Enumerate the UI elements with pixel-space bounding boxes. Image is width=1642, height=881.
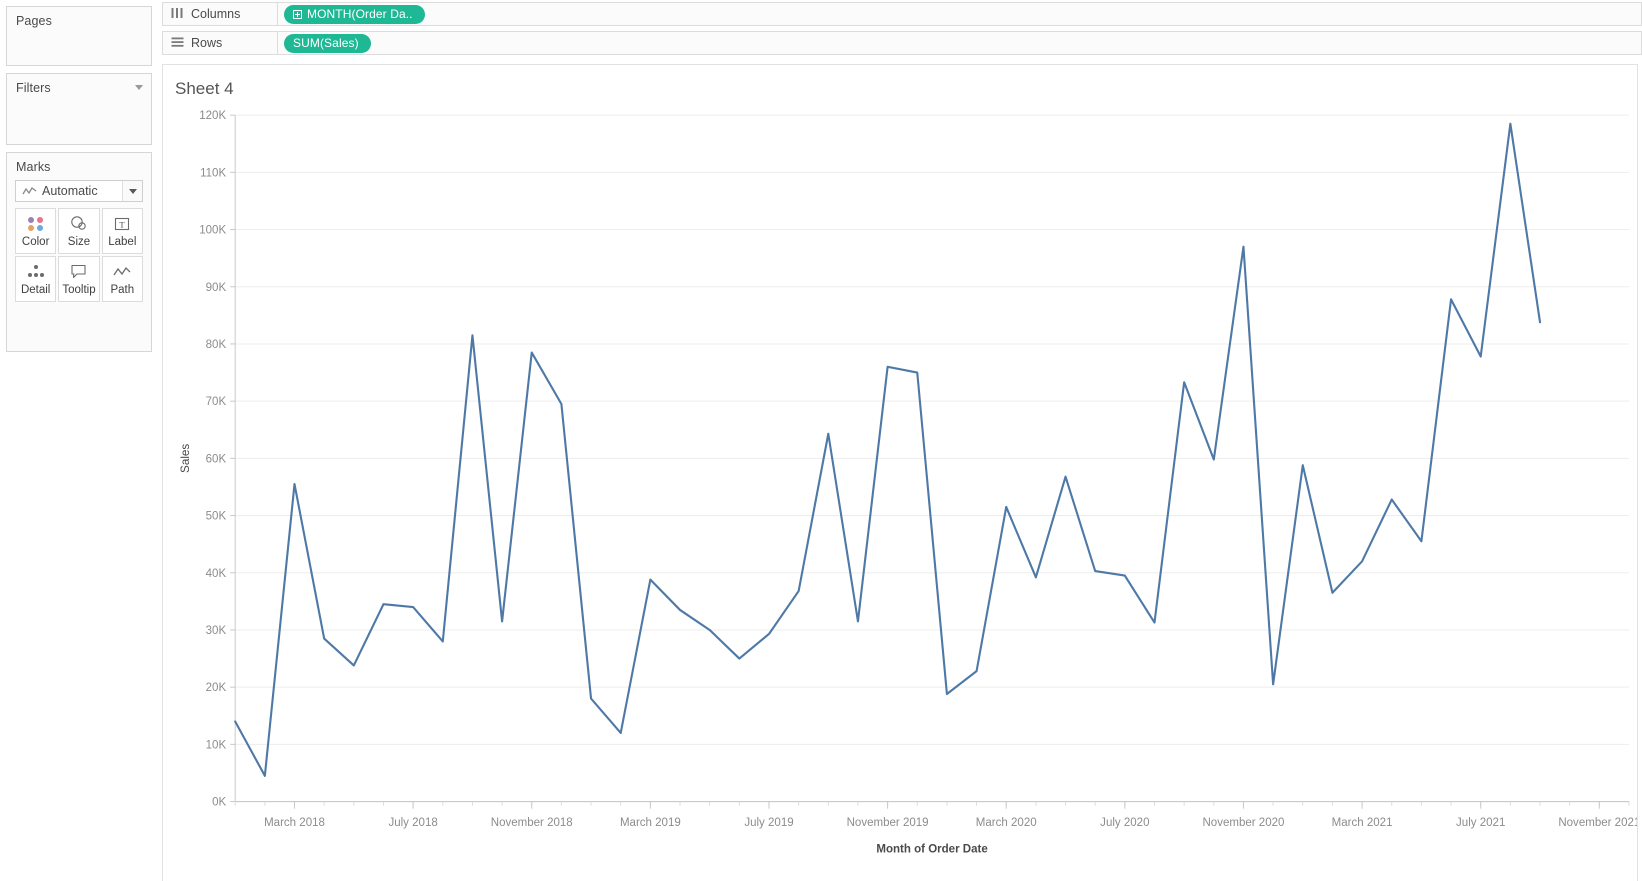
filters-card-title: Filters [16,81,51,95]
svg-text:40K: 40K [206,567,227,580]
rows-shelf-dropzone[interactable]: SUM(Sales) [278,31,1642,55]
rows-shelf-label: Rows [162,31,278,55]
svg-text:July 2018: July 2018 [388,816,437,829]
svg-text:60K: 60K [206,452,227,465]
page-title: Sheet 4 [175,79,234,98]
marks-card-title: Marks [16,160,51,174]
svg-text:10K: 10K [206,738,227,751]
svg-text:20K: 20K [206,681,227,694]
mark-type-select[interactable]: Automatic [15,180,143,202]
svg-text:March 2019: March 2019 [620,816,681,829]
color-dots-icon [27,214,44,234]
svg-text:March 2018: March 2018 [264,816,325,829]
marks-label-label: Label [108,235,137,248]
marks-path-button[interactable]: Path [101,256,143,302]
svg-text:March 2021: March 2021 [1332,816,1393,829]
marks-size-button[interactable]: Size [58,208,100,254]
columns-shelf-dropzone[interactable]: MONTH(Order Da.. [278,2,1642,26]
size-circles-icon [69,214,89,234]
marks-tooltip-label: Tooltip [62,283,96,296]
svg-text:70K: 70K [206,395,227,408]
svg-text:Sales: Sales [179,444,192,473]
pill-sum-sales-text: SUM(Sales) [293,36,359,50]
pill-month-order-date[interactable]: MONTH(Order Da.. [284,4,425,24]
columns-shelf-label: Columns [162,2,278,26]
rows-shelf-row: Rows SUM(Sales) [162,31,1642,55]
marks-card: Marks Automatic Color Size T Label Detai… [6,152,152,352]
svg-text:50K: 50K [206,510,227,523]
chevron-down-icon[interactable] [135,85,143,90]
svg-text:November 2019: November 2019 [847,816,929,829]
marks-tooltip-button[interactable]: Tooltip [58,256,100,302]
svg-text:90K: 90K [206,281,227,294]
line-mark-icon [16,186,42,197]
shelves-area: Columns MONTH(Order Da.. Rows SUM(Sales) [158,0,1642,60]
svg-text:Month of Order Date: Month of Order Date [876,842,988,855]
marks-path-label: Path [110,283,135,296]
marks-detail-label: Detail [20,283,51,296]
chevron-down-icon[interactable] [122,181,142,201]
rows-shelf-text: Rows [191,36,223,50]
mark-type-label: Automatic [42,184,98,198]
svg-text:0K: 0K [212,796,226,809]
marks-size-label: Size [67,235,91,248]
columns-icon [171,7,184,22]
marks-label-button[interactable]: T Label [101,208,143,254]
marks-buttons-grid: Color Size T Label Detail Tooltip Path [15,208,143,302]
label-text-icon: T [114,214,130,234]
pages-card[interactable]: Pages [6,6,152,66]
svg-text:July 2021: July 2021 [1456,816,1505,829]
chart-container[interactable]: 0K 10K 20K 30K 40K 50K 60K 70K 80K 90K 100K 110K 120… [163,107,1637,881]
rows-icon [171,36,184,51]
svg-text:November 2021: November 2021 [1558,816,1637,829]
view-pane: Sheet 4 0K 10K 20K 30K 40K 50K 60K 70K 80K 90K 100… [162,64,1638,881]
line-chart[interactable]: 0K 10K 20K 30K 40K 50K 60K 70K 80K 90K 100K 110K 120… [163,107,1637,881]
svg-text:November 2018: November 2018 [491,816,573,829]
detail-dots-icon [26,262,46,282]
svg-text:T: T [120,219,126,229]
pill-sum-sales[interactable]: SUM(Sales) [284,33,371,53]
svg-text:110K: 110K [200,166,226,179]
svg-text:July 2019: July 2019 [744,816,793,829]
columns-shelf-text: Columns [191,7,241,21]
marks-color-label: Color [21,235,50,248]
svg-text:November 2020: November 2020 [1202,816,1284,829]
svg-text:100K: 100K [199,224,226,237]
tooltip-bubble-icon [70,262,87,282]
svg-text:July 2020: July 2020 [1100,816,1149,829]
marks-color-button[interactable]: Color [15,208,57,254]
filters-card[interactable]: Filters [6,73,152,145]
svg-text:120K: 120K [199,109,226,122]
svg-text:March 2020: March 2020 [976,816,1037,829]
worksheet-main: Columns MONTH(Order Da.. Rows SUM(Sales)… [158,0,1642,881]
svg-text:80K: 80K [206,338,227,351]
plus-box-icon[interactable] [293,9,302,19]
columns-shelf-row: Columns MONTH(Order Da.. [162,2,1642,26]
worksheet-sidebar: Pages Filters Marks Automatic Color Size… [0,0,158,881]
svg-text:30K: 30K [206,624,227,637]
path-line-icon [113,262,131,282]
marks-detail-button[interactable]: Detail [15,256,57,302]
pill-month-order-date-text: MONTH(Order Da.. [307,7,413,21]
pages-card-title: Pages [16,14,52,28]
tableau-worksheet: Pages Filters Marks Automatic Color Size… [0,0,1642,881]
